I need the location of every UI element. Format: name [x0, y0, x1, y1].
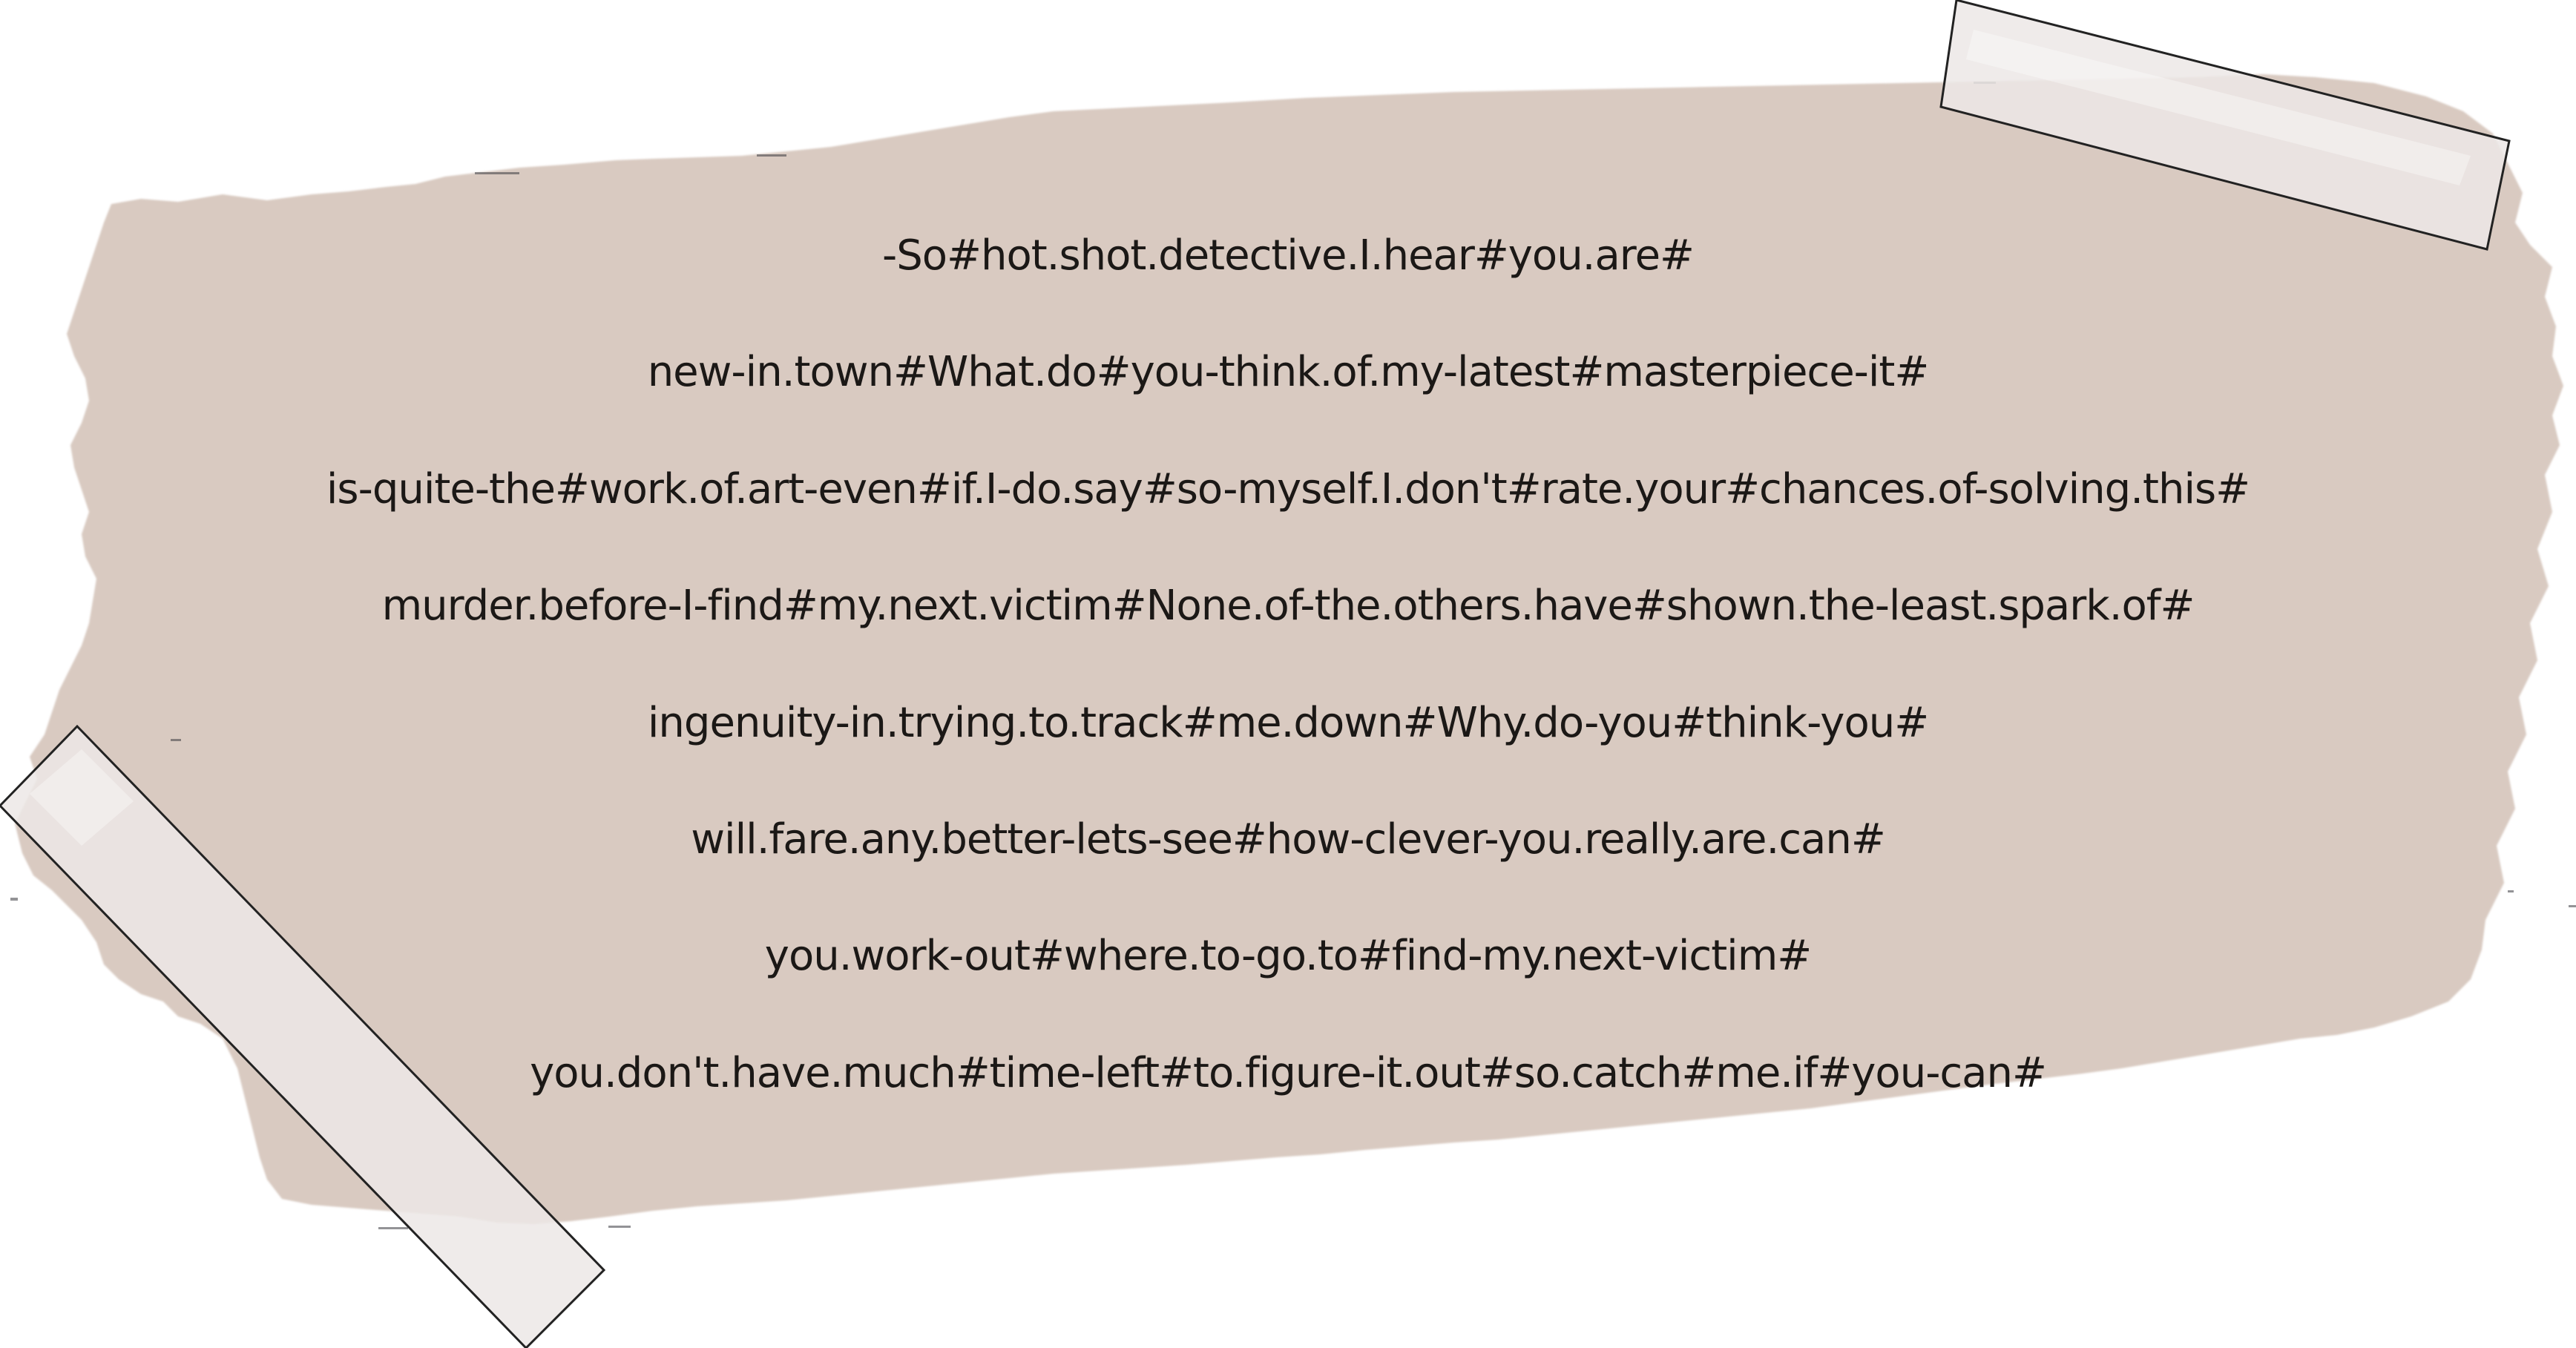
tape-top-right	[1939, 0, 2511, 251]
torn-note-scene: -So#hot.shot.detective.I.hear#you.are# n…	[0, 0, 2576, 1348]
tape-bottom-left	[0, 724, 606, 1348]
tape-layer	[0, 0, 2511, 1348]
